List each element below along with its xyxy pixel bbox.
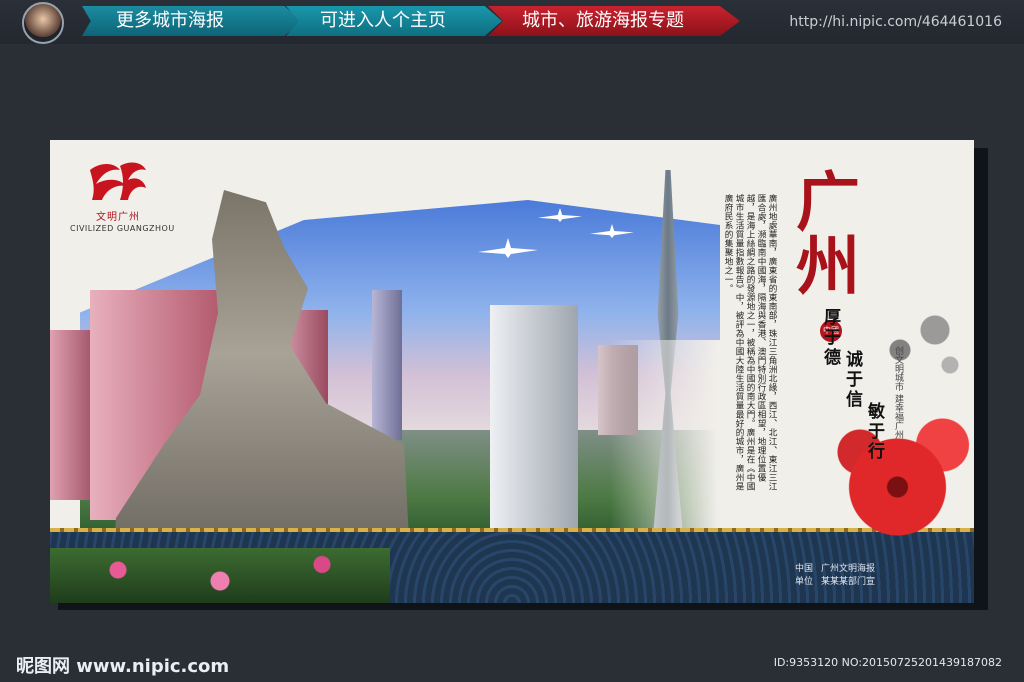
civilized-guangzhou-logo [90,162,146,200]
ink-painting [870,290,970,390]
image-id: ID:9353120 NO:20150725201439187082 [773,656,1002,669]
profile-url[interactable]: http://hi.nipic.com/464461016 [789,14,1002,30]
tab-city-travel-topic[interactable]: 城市、旅游海报专题 [488,6,740,36]
flower-bed [50,548,390,603]
tab-more-city-posters[interactable]: 更多城市海报 [82,6,302,36]
logo-chinese: 文明广州 [96,212,140,223]
avatar[interactable] [22,2,64,44]
top-banner: 更多城市海报 可进入人个主页 城市、旅游海报专题 http://hi.nipic… [0,0,1024,44]
tab-personal-homepage[interactable]: 可进入人个主页 [286,6,502,36]
footer-key: 单位 [795,577,814,587]
building [50,330,90,500]
building [372,290,402,440]
logo-english: CIVILIZED GUANGZHOU [70,224,175,233]
poster-title: 广州 [785,168,860,296]
poster: 文明广州 CIVILIZED GUANGZHOU 廣州地處華南，廣東省的東南部，… [50,140,974,603]
city-description: 廣州地處華南，廣東省的東南部，珠江三角洲北緣，西江、北江、東江三江匯合處，瀕臨南… [723,194,777,491]
footer-key: 中国 [795,564,814,574]
site-watermark: 昵图网 www.nipic.com [16,656,230,677]
side-caption: 创文明城市 建幸福广州 [893,346,903,439]
footer-value: 广州文明海报 [821,564,876,574]
building [490,305,578,535]
poster-footer: 中国 广州文明海报 单位 某某某部门宣 [795,563,883,589]
slogan-3: 敏于行 [864,402,884,462]
footer-value: 某某某部门宣 [821,577,876,587]
slogan-2: 诚于信 [842,350,862,410]
